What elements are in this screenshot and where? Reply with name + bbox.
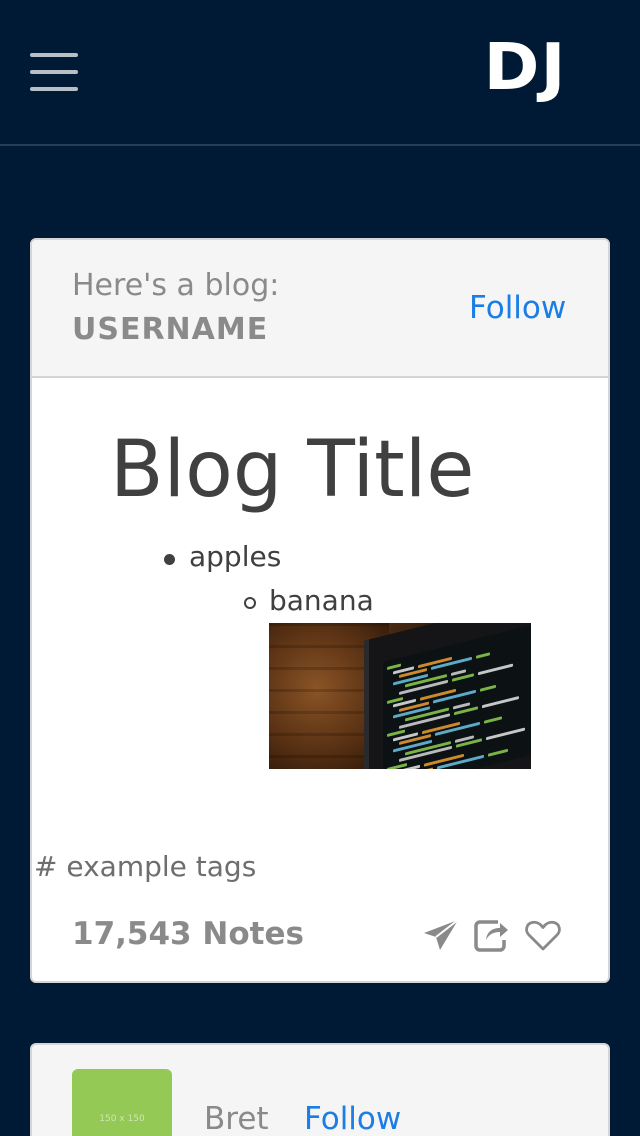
notes-count[interactable]: 17,543 Notes [72,916,304,952]
post-header: Here's a blog: USERNAME Follow [32,240,608,378]
heart-icon[interactable] [524,916,562,954]
list-bullet [164,554,175,565]
site-logo[interactable]: DJ [484,36,583,100]
suggested-blog-card: 150 x 150 Bret Follow [30,1043,610,1136]
navbar: DJ [0,0,640,146]
post-header-text: Here's a blog: [72,268,280,303]
list-bullet [244,597,256,609]
follow-button[interactable]: Follow [469,290,566,326]
avatar[interactable]: 150 x 150 [72,1069,172,1136]
list-item: apples [189,540,282,573]
suggested-blog-name[interactable]: Bret [204,1101,269,1136]
code-screen-photo [269,623,531,769]
share-icon[interactable] [472,916,510,954]
blog-title: Blog Title [110,425,475,515]
list-item: banana [269,584,374,617]
hamburger-menu-icon[interactable] [30,53,78,91]
send-icon[interactable] [422,916,460,954]
post-username[interactable]: USERNAME [72,312,268,347]
blog-post-card: Here's a blog: USERNAME Follow Blog Titl… [30,238,610,983]
follow-button[interactable]: Follow [304,1101,401,1136]
post-tags[interactable]: # example tags [34,850,256,883]
